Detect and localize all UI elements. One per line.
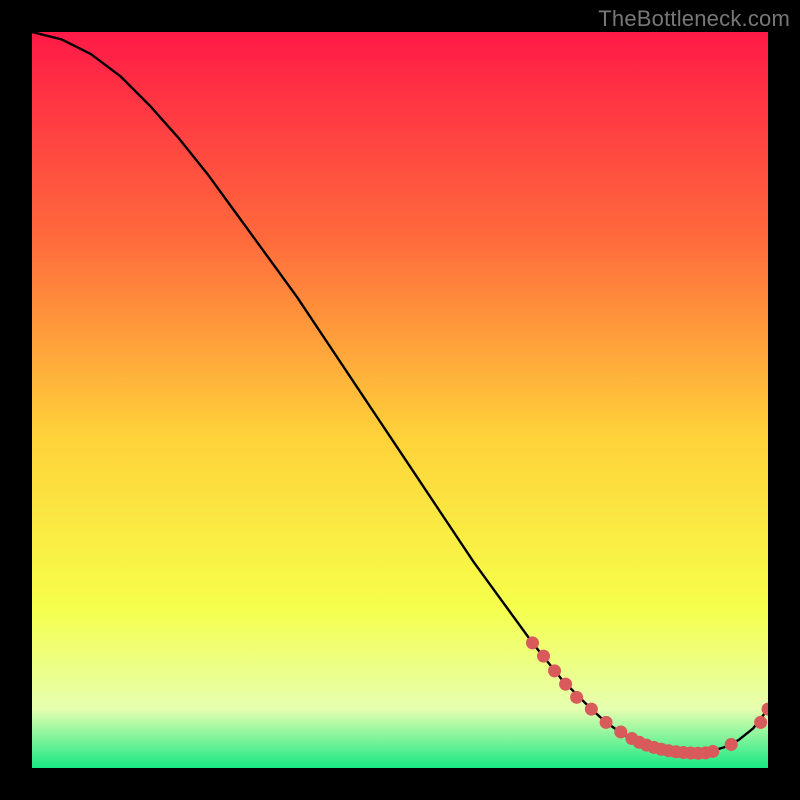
curve-marker (585, 703, 598, 716)
chart-stage: TheBottleneck.com (0, 0, 800, 800)
chart-svg (32, 32, 768, 768)
curve-marker (725, 738, 738, 751)
curve-marker (559, 678, 572, 691)
watermark-text: TheBottleneck.com (598, 6, 790, 32)
curve-marker (537, 650, 550, 663)
curve-marker (754, 716, 767, 729)
curve-marker (526, 636, 539, 649)
gradient-background (32, 32, 768, 768)
curve-marker (600, 716, 613, 729)
plot-area (32, 32, 768, 768)
curve-marker (548, 664, 561, 677)
curve-marker (614, 725, 627, 738)
curve-marker (706, 745, 719, 758)
curve-marker (570, 691, 583, 704)
